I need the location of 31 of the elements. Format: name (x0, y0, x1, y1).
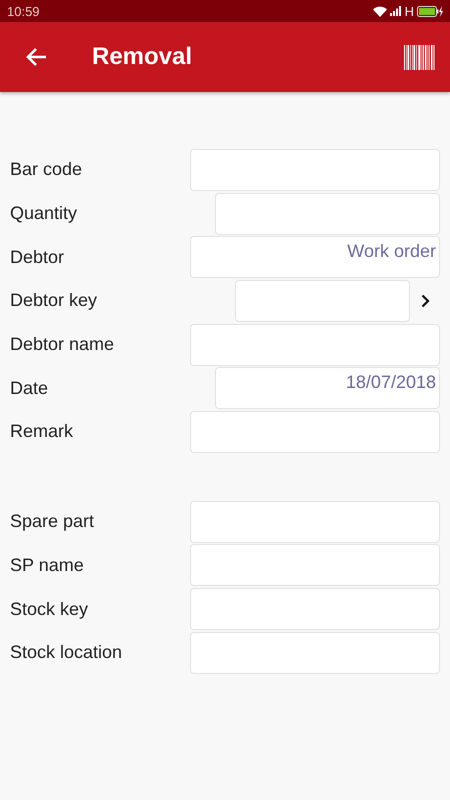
wifi-icon (372, 6, 387, 16)
field-label: SP name (10, 554, 84, 576)
input-field[interactable] (190, 148, 440, 191)
screen-title: Removal (92, 43, 194, 71)
input-field[interactable] (190, 410, 440, 453)
field-label: Bar code (10, 159, 82, 180)
input-field[interactable] (190, 588, 440, 630)
input-field[interactable] (190, 500, 440, 543)
signal-icon (390, 6, 402, 16)
clock: 10:59 (7, 4, 40, 18)
battery-charging-icon (417, 6, 443, 16)
chevron-right-icon[interactable] (421, 294, 430, 308)
field-label: Stock key (10, 598, 88, 620)
field-label: Debtor name (10, 334, 114, 356)
field-label: Debtor key (10, 290, 98, 312)
input-field[interactable] (190, 544, 440, 586)
input-field[interactable] (215, 192, 440, 235)
date-field[interactable]: 18/07/2018 (215, 367, 440, 410)
field-label: Spare part (10, 511, 94, 532)
field-label: Quantity (10, 203, 78, 224)
network-type: H (404, 4, 414, 18)
field-label: Debtor (10, 246, 64, 268)
field-label: Stock location (10, 642, 122, 664)
field-label: Date (10, 378, 48, 399)
dropdown-field[interactable]: Work order (190, 236, 440, 278)
back-arrow-icon[interactable] (25, 47, 47, 67)
input-field[interactable] (235, 280, 410, 322)
barcode-icon[interactable] (404, 44, 435, 70)
field-label: Remark (10, 421, 74, 442)
input-field[interactable] (190, 324, 440, 366)
input-field[interactable] (190, 632, 440, 674)
